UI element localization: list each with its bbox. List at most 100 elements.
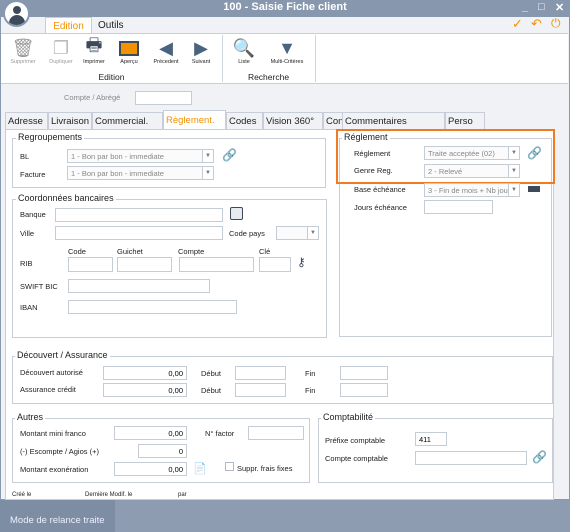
genre-label: Genre Reg.	[354, 166, 393, 175]
chevron-down-icon: ▼	[508, 184, 519, 196]
undo-icon[interactable]: ↶	[531, 16, 542, 32]
ribbon-tab-outils[interactable]: Outils	[93, 17, 129, 34]
tab-reglement[interactable]: Règlement.	[163, 110, 226, 130]
rib-guichet-input[interactable]	[117, 257, 172, 272]
genre-select[interactable]: 2 - Relevé ▼	[424, 164, 520, 178]
next-button[interactable]: ▶ Suivant	[184, 37, 218, 66]
tab-perso[interactable]: Perso	[445, 112, 485, 130]
group-label-edition: Edition	[98, 72, 125, 82]
assurance-debut-input[interactable]	[235, 383, 286, 397]
suppr-frais-checkbox[interactable]	[225, 462, 234, 471]
monitor-icon	[112, 37, 146, 59]
bl-select[interactable]: 1 - Bon par bon - immediate ▼	[67, 149, 214, 163]
reglement-value: Traite acceptée (02)	[428, 149, 495, 158]
printer-icon: 🖶	[85, 35, 103, 55]
swift-label: SWIFT BIC	[20, 282, 58, 291]
background-menu-item[interactable]: Mode de relance traite	[10, 515, 105, 526]
facture-label: Facture	[20, 170, 46, 179]
document-icon[interactable]: 📄	[193, 462, 207, 475]
modified-label: Dernière Modif. le	[85, 492, 133, 498]
tab-livraison[interactable]: Livraison	[48, 112, 92, 130]
prefixe-label: Préfixe comptable	[325, 436, 386, 445]
title-bar: 100 - Saisie Fiche client _ □ ✕	[0, 0, 570, 16]
bank-card-icon[interactable]	[230, 207, 243, 220]
tab-commentaires[interactable]: Commentaires	[342, 112, 445, 130]
print-button[interactable]: 🖶 Imprimer	[77, 35, 111, 65]
tab-contacts[interactable]: Contacts	[323, 112, 343, 130]
reglement-label: Réglement	[354, 149, 391, 158]
bl-label: BL	[20, 152, 30, 161]
arrow-right-icon: ▶	[194, 37, 208, 58]
avatar[interactable]	[3, 0, 30, 27]
iban-input[interactable]	[68, 300, 237, 314]
ville-label: Ville	[20, 229, 35, 238]
facture-value: 1 - Bon par bon - immediate	[71, 169, 164, 178]
exoneration-input[interactable]	[114, 462, 187, 476]
mini-franco-input[interactable]	[114, 426, 187, 440]
calendar-tool-icon[interactable]	[528, 186, 540, 192]
rib-label: RIB	[20, 259, 33, 268]
code-pays-select[interactable]: ▼	[276, 226, 319, 240]
escompte-input[interactable]	[138, 444, 187, 458]
minimize-button[interactable]: _	[522, 1, 528, 13]
link-icon[interactable]: 🔗	[222, 148, 237, 162]
tab-commercial[interactable]: Commercial.	[92, 112, 163, 130]
rib-cle-label: Clé	[259, 247, 271, 256]
assurance-input[interactable]	[103, 383, 187, 397]
factor-label: N° factor	[205, 429, 235, 438]
assurance-label: Assurance crédit	[20, 385, 76, 394]
tab-codes[interactable]: Codes	[226, 112, 263, 130]
rib-compte-input[interactable]	[179, 257, 254, 272]
exoneration-label: Montant exonération	[20, 465, 89, 474]
debut-label: Début	[201, 386, 222, 395]
button-label: Imprimer	[83, 59, 105, 65]
close-button[interactable]: ✕	[555, 1, 564, 14]
maximize-button[interactable]: □	[538, 1, 545, 13]
validate-icon[interactable]: ✓	[512, 16, 523, 32]
decouvert-debut-input[interactable]	[235, 366, 286, 380]
link-icon[interactable]: 🔗	[532, 450, 547, 464]
key-icon[interactable]: ⚷	[297, 255, 306, 269]
list-button[interactable]: 🔍 Liste	[227, 37, 261, 66]
decouvert-input[interactable]	[103, 366, 187, 380]
link-icon[interactable]: 🔗	[527, 146, 542, 160]
rib-code-input[interactable]	[68, 257, 113, 272]
iban-label: IBAN	[20, 303, 38, 312]
window-title: 100 - Saisie Fiche client	[223, 1, 347, 13]
rib-cle-input[interactable]	[259, 257, 291, 272]
button-label: Précedent	[153, 59, 179, 65]
compte-input[interactable]	[135, 91, 192, 105]
power-icon[interactable]: ⏻	[551, 16, 561, 31]
ribbon-tab-edition[interactable]: Edition	[45, 17, 92, 34]
previous-button[interactable]: ◀ Précedent	[149, 37, 183, 66]
suppr-frais-label: Suppr. frais fixes	[237, 464, 293, 473]
button-label: Dupliquer	[49, 59, 73, 65]
compte-comptable-input[interactable]	[415, 451, 527, 465]
ville-input[interactable]	[55, 226, 223, 240]
swift-input[interactable]	[68, 279, 210, 293]
jours-input[interactable]	[424, 200, 493, 214]
preview-button[interactable]: Aperçu	[112, 37, 146, 65]
regroupements-group	[12, 138, 326, 188]
decouvert-fin-input[interactable]	[340, 366, 388, 380]
created-label: Créé le	[12, 492, 32, 498]
fin-label: Fin	[305, 369, 316, 378]
rib-code-label: Code	[68, 247, 86, 256]
autres-title: Autres	[15, 412, 46, 422]
tab-vision-360[interactable]: Vision 360°	[263, 112, 323, 130]
banque-input[interactable]	[55, 208, 223, 222]
base-select[interactable]: 3 - Fin de mois + Nb jour ▼	[424, 183, 520, 197]
multi-criteria-button[interactable]: ▼ Multi-Critères	[264, 37, 310, 66]
facture-select[interactable]: 1 - Bon par bon - immediate ▼	[67, 166, 214, 180]
duplicate-button[interactable]: ❐ Dupliquer	[44, 37, 78, 66]
delete-button[interactable]: 🗑 Supprimer	[6, 37, 40, 66]
button-label: Liste	[238, 59, 250, 65]
assurance-fin-input[interactable]	[340, 383, 388, 397]
factor-input[interactable]	[248, 426, 304, 440]
compte-comptable-label: Compte comptable	[325, 454, 388, 463]
tab-adresse[interactable]: Adresse	[5, 112, 48, 130]
prefixe-input[interactable]	[415, 432, 447, 446]
reglement-select[interactable]: Traite acceptée (02) ▼	[424, 146, 520, 160]
compte-label: Compte / Abrégé	[64, 93, 121, 102]
banque-label: Banque	[20, 210, 46, 219]
